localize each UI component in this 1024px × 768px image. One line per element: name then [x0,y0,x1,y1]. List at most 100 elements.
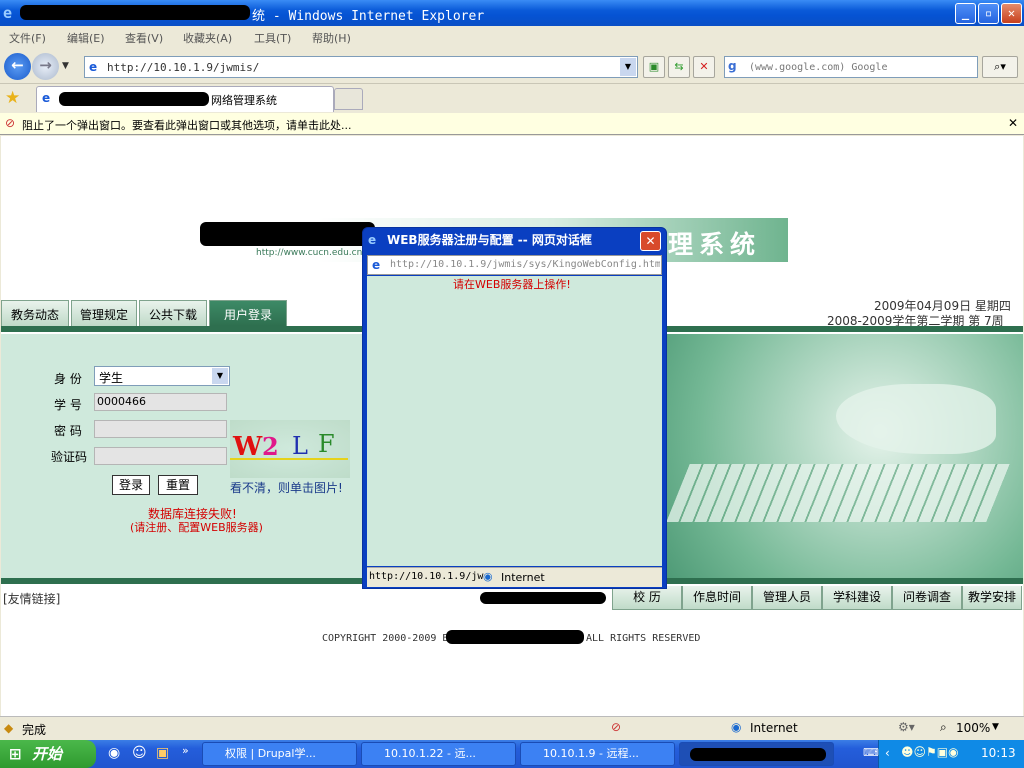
compatibility-icon[interactable]: ▣ [643,56,665,78]
refresh-button[interactable]: ⇆ [668,56,690,78]
task-ie-active[interactable] [679,742,834,766]
search-box[interactable]: g (www.google.com) Google [724,56,978,78]
infobar-close-icon[interactable]: ✕ [1008,116,1018,130]
menu-view[interactable]: 查看(V) [125,30,163,46]
task-remote-22[interactable]: 10.10.1.22 - 远... [361,742,516,766]
popup-blocked-status-icon[interactable]: ⊘ [611,720,621,734]
reset-button[interactable]: 重置 [158,475,198,495]
page-icon: e [89,60,98,74]
tray-collapse-icon[interactable]: ‹ [885,746,890,760]
google-icon: g [728,59,737,73]
student-id-value: 0000466 [97,395,146,408]
task-drupal[interactable]: 权限 | Drupal学... [202,742,357,766]
student-id-input[interactable]: 0000466 [94,393,227,411]
start-button[interactable]: ⊞ 开始 [0,740,96,768]
window-titlebar[interactable]: e 统 - Windows Internet Explorer _ ▫ ✕ [0,0,1024,26]
quicklaunch-qq-icon[interactable]: ☺ [132,745,147,761]
captcha-char-3: L [292,432,308,460]
tab-disciplines[interactable]: 学科建设 [822,586,892,610]
zoom-dropdown-icon[interactable]: ▼ [992,722,999,732]
tab-calendar[interactable]: 校 历 [612,586,682,610]
infobar-message[interactable]: 阻止了一个弹出窗口。要查看此弹出窗口或其他选项，请单击此处... [22,117,352,133]
tab-login-label: 用户登录 [223,308,272,322]
captcha-refresh-hint[interactable]: 看不清，则单击图片! [230,479,343,496]
dialog-titlebar[interactable]: e WEB服务器注册与配置 -- 网页对话框 [363,228,666,253]
search-input[interactable]: (www.google.com) Google [749,62,887,73]
quicklaunch-more-icon[interactable]: » [182,744,189,757]
tab-downloads[interactable]: 公共下载 [139,300,207,326]
dialog-url: http://10.10.1.9/jwmis/sys/KingoWebConfi… [390,259,660,270]
password-input[interactable] [94,420,227,438]
new-tab-button[interactable] [334,88,363,110]
zoom-icon: ⌕ [940,720,947,734]
status-text: 完成 [22,723,47,737]
dialog-close-button[interactable]: ✕ [640,231,661,251]
tab-login[interactable]: 用户登录 [209,300,287,326]
task-remote-9[interactable]: 10.10.1.9 - 远程... [520,742,675,766]
tab-teaching[interactable]: 教学安排 [962,586,1022,610]
keyboard-hand-image [666,334,1023,578]
dialog-address-bar: e http://10.10.1.9/jwmis/sys/KingoWebCon… [367,255,662,275]
dialog-page-icon: e [372,258,381,272]
menu-edit[interactable]: 编辑(E) [67,30,105,46]
popup-blocked-infobar[interactable]: ⊘ 阻止了一个弹出窗口。要查看此弹出窗口或其他选项，请单击此处... ✕ [0,113,1024,135]
role-label: 身 份 [54,372,82,386]
login-button-label: 登录 [118,478,143,492]
dialog-zone: Internet [501,571,545,584]
tab-news-label: 教务动态 [10,308,59,322]
browser-tab-active[interactable]: e 网络管理系统 [36,86,334,112]
reset-button-label: 重置 [165,478,190,492]
zone-globe-icon: ◉ [731,720,742,734]
db-error-hint[interactable]: (请注册、配置WEB服务器) [130,519,263,535]
tray-keyboard-icon[interactable]: ⌨ [863,746,879,759]
search-button[interactable]: ⌕▾ [982,56,1018,78]
tab-survey[interactable]: 问卷调查 [892,586,962,610]
stop-button[interactable]: ✕ [693,56,715,78]
zoom-level[interactable]: 100% [956,721,990,735]
blocked-icon: ⊘ [5,116,16,130]
address-input[interactable]: http://10.10.1.9/jwmis/ [107,61,259,74]
captcha-input[interactable] [94,447,227,465]
tray-icons[interactable]: ☻☺⚑▣◉ [901,745,959,759]
favorites-star-icon[interactable]: ★ [5,88,20,108]
protected-mode-icon[interactable]: ⚙▾ [898,720,915,734]
friend-links[interactable]: [友情链接] [3,590,60,607]
tab-schedule[interactable]: 作息时间 [682,586,752,610]
menu-help[interactable]: 帮助(H) [312,30,351,46]
login-button[interactable]: 登录 [112,475,150,495]
forward-button[interactable]: → [32,53,59,80]
task-remote-9-label: 10.10.1.9 - 远程... [543,747,639,760]
status-bar: ◆ 完成 ⊘ ◉ Internet ⚙▾ ⌕ 100% ▼ [0,716,1024,740]
dialog-ie-icon: e [368,233,377,247]
captcha-image[interactable]: W 2 L F [230,420,350,478]
banner-title: 理系统 [668,230,762,259]
tab-calendar-label: 校 历 [633,590,661,604]
hand-shape [836,384,996,454]
menu-tools[interactable]: 工具(T) [254,30,291,46]
tab-rules[interactable]: 管理规定 [71,300,137,326]
quicklaunch-ie-icon[interactable]: ◉ [108,745,120,761]
menu-favorites[interactable]: 收藏夹(A) [183,30,232,46]
role-dropdown-icon[interactable]: ▼ [212,368,228,384]
history-dropdown-icon[interactable]: ▼ [62,61,69,71]
menu-file[interactable]: 文件(F) [9,30,46,46]
back-button[interactable]: ← [4,53,31,80]
status-zone[interactable]: Internet [750,721,798,735]
address-dropdown-icon[interactable]: ▼ [620,58,636,76]
dialog-status-url: http://10.10.1.9/jw [369,571,484,582]
ie-logo-icon: e [3,4,13,22]
redacted-bottom [480,592,606,604]
address-bar[interactable]: e http://10.10.1.9/jwmis/ ▼ [84,56,638,78]
quicklaunch-app-icon[interactable]: ▣ [156,745,169,761]
clock[interactable]: 10:13 [981,746,1016,760]
windows-logo-icon: ⊞ [9,745,22,763]
minimize-button[interactable]: _ [955,3,976,24]
close-window-button[interactable]: ✕ [1001,3,1022,24]
web-dialog: e WEB服务器注册与配置 -- 网页对话框 ✕ e http://10.10.… [362,227,667,589]
role-select[interactable]: 学生 ▼ [94,366,230,386]
start-label: 开始 [32,745,63,763]
restore-button[interactable]: ▫ [978,3,999,24]
tab-news[interactable]: 教务动态 [1,300,69,326]
redacted-tab-title [59,92,209,106]
tab-staff[interactable]: 管理人员 [752,586,822,610]
